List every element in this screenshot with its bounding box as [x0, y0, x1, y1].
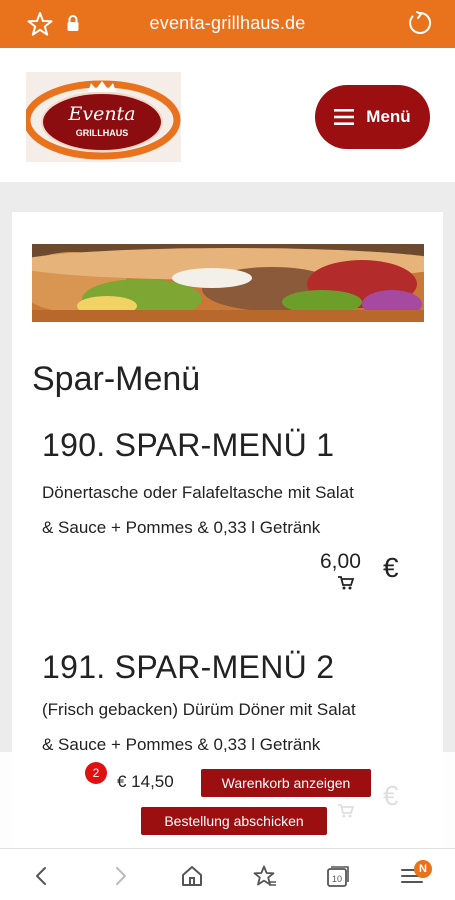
show-cart-button[interactable]: Warenkorb anzeigen [201, 769, 371, 797]
logo-graphic: Eventa GRILLHAUS [23, 80, 181, 160]
item-description: Dönertasche oder Falafeltasche mit Salat… [42, 475, 422, 545]
menu-notification-badge: N [414, 860, 432, 878]
logo-subtext: GRILLHAUS [76, 128, 129, 138]
currency-symbol: € [383, 552, 399, 583]
cart-total: € 14,50 [117, 772, 174, 791]
cart-summary-bar: 2 € 14,50 Warenkorb anzeigen Bestellung … [0, 752, 455, 848]
price-value: 6,00 [320, 550, 361, 573]
home-icon[interactable] [180, 864, 204, 888]
tabs-count: 10 [332, 874, 342, 884]
reload-icon[interactable] [407, 10, 433, 36]
hamburger-icon [334, 109, 355, 125]
browser-bottom-nav: 10 N [0, 848, 455, 900]
logo-text: Eventa [67, 103, 135, 125]
submit-order-button[interactable]: Bestellung abschicken [141, 807, 327, 835]
menu-button-label: Menü [366, 107, 411, 126]
section-title: Spar-Menü [32, 360, 201, 398]
item-description-line: (Frisch gebacken) Dürüm Döner mit Salat [42, 700, 356, 719]
browser-url-bar: eventa-grillhaus.de [0, 0, 455, 48]
logo[interactable]: Eventa GRILLHAUS [23, 72, 181, 162]
forward-icon[interactable] [108, 864, 132, 888]
menu-button[interactable]: Menü [315, 85, 430, 149]
tabs-icon[interactable]: 10 [326, 864, 350, 888]
back-icon[interactable] [30, 864, 54, 888]
category-banner-image [32, 244, 424, 322]
item-description-line: Dönertasche oder Falafeltasche mit Salat [42, 483, 354, 502]
item-title: 191. SPAR-MENÜ 2 [42, 649, 335, 685]
url-text[interactable]: eventa-grillhaus.de [0, 13, 455, 34]
add-to-cart-icon[interactable] [338, 576, 354, 590]
site-header: Eventa GRILLHAUS Menü [0, 48, 455, 182]
item-title: 190. SPAR-MENÜ 1 [42, 427, 335, 463]
item-description-line: & Sauce + Pommes & 0,33 l Getränk [42, 518, 321, 537]
bookmarks-icon[interactable] [253, 864, 277, 888]
cart-count-badge: 2 [85, 762, 107, 784]
